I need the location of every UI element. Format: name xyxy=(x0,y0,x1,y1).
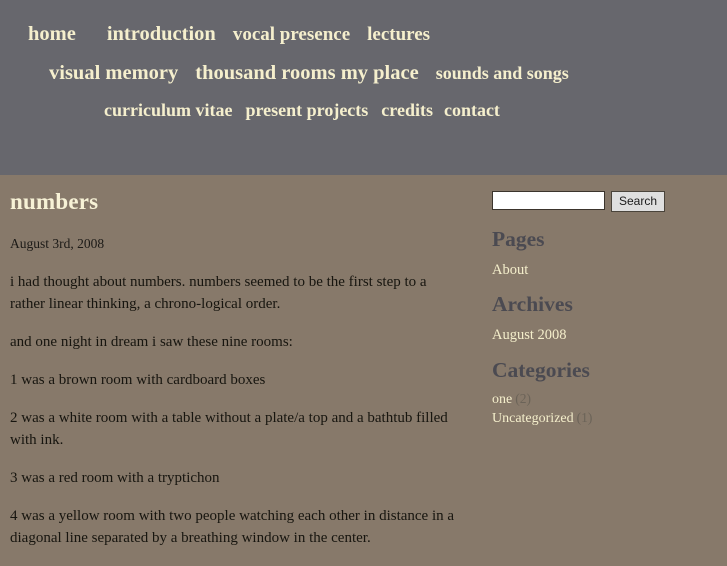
sidebar-heading: Categories xyxy=(492,357,590,382)
sidebar-link-august-2008[interactable]: August 2008 xyxy=(492,327,567,343)
sidebar-heading: Archives xyxy=(492,292,573,317)
main-navigation: home introduction vocal presence lectures v… xyxy=(0,24,727,120)
search-form: Search xyxy=(492,191,717,212)
nav-link-thousand-rooms-my-place[interactable]: thousand rooms my place xyxy=(195,62,418,84)
post-paragraph: 1 was a brown room with cardboard boxes xyxy=(10,372,266,389)
post-paragraph: and one night in dream i saw these nine … xyxy=(10,333,293,350)
sidebar-link-uncategorized[interactable]: Uncategorized xyxy=(492,411,574,426)
sidebar-link-one[interactable]: one xyxy=(492,392,512,407)
nav-link-home[interactable]: home xyxy=(28,24,76,45)
sidebar-list: August 2008 xyxy=(492,325,717,345)
post-paragraph: 2 was a white room with a table without … xyxy=(10,410,448,448)
sidebar-link-about[interactable]: About xyxy=(492,262,528,278)
sidebar-list: About xyxy=(492,260,717,280)
sidebar-list: one (2) Uncategorized (1) xyxy=(492,390,717,427)
category-count: (2) xyxy=(515,391,531,407)
page-body: numbers August 3rd, 2008 i had thought a… xyxy=(0,175,727,546)
post-paragraph: i had thought about numbers. numbers see… xyxy=(10,274,427,312)
post-date: August 3rd, 2008 xyxy=(10,236,105,252)
nav-link-sounds-and-songs[interactable]: sounds and songs xyxy=(436,64,569,82)
nav-link-curriculum-vitae[interactable]: curriculum vitae xyxy=(104,101,232,119)
nav-link-present-projects[interactable]: present projects xyxy=(245,101,368,119)
nav-link-lectures[interactable]: lectures xyxy=(367,25,430,44)
list-item: About xyxy=(492,260,717,280)
search-button[interactable]: Search xyxy=(611,191,666,212)
sidebar-section-categories: Categories one (2) Uncategorized (1) xyxy=(492,357,717,427)
site-header: home introduction vocal presence lectures v… xyxy=(0,0,727,175)
post-paragraph: 4 was a yellow room with two people watc… xyxy=(10,508,455,546)
page-title: numbers xyxy=(10,189,99,214)
sidebar: Search Pages About Archives August 2008 Cate… xyxy=(492,191,717,427)
nav-link-contact[interactable]: contact xyxy=(444,101,500,119)
search-input[interactable] xyxy=(492,191,605,210)
list-item: August 2008 xyxy=(492,325,717,345)
nav-row-1: home introduction vocal presence lectures xyxy=(0,24,727,45)
post-body: i had thought about numbers. numbers see… xyxy=(10,272,470,549)
nav-link-vocal-presence[interactable]: vocal presence xyxy=(233,25,350,44)
nav-row-3: curriculum vitae present projects credits c… xyxy=(0,101,727,120)
category-count: (1) xyxy=(576,409,593,425)
sidebar-section-pages: Pages About xyxy=(492,227,717,280)
nav-row-2: visual memory thousand rooms my place soun… xyxy=(0,62,727,84)
post-paragraph: 3 was a red room with a tryptichon xyxy=(10,470,220,487)
sidebar-section-archives: Archives August 2008 xyxy=(492,293,717,344)
nav-link-visual-memory[interactable]: visual memory xyxy=(49,62,178,84)
sidebar-heading: Pages xyxy=(492,227,545,251)
post-content: numbers August 3rd, 2008 i had thought a… xyxy=(10,189,470,566)
sidebar-sections: Pages About Archives August 2008 Categories o… xyxy=(492,227,717,427)
list-item: Uncategorized (1) xyxy=(492,409,717,427)
list-item: one (2) xyxy=(492,390,717,408)
nav-link-introduction[interactable]: introduction xyxy=(107,24,216,45)
nav-link-credits[interactable]: credits xyxy=(381,101,433,119)
